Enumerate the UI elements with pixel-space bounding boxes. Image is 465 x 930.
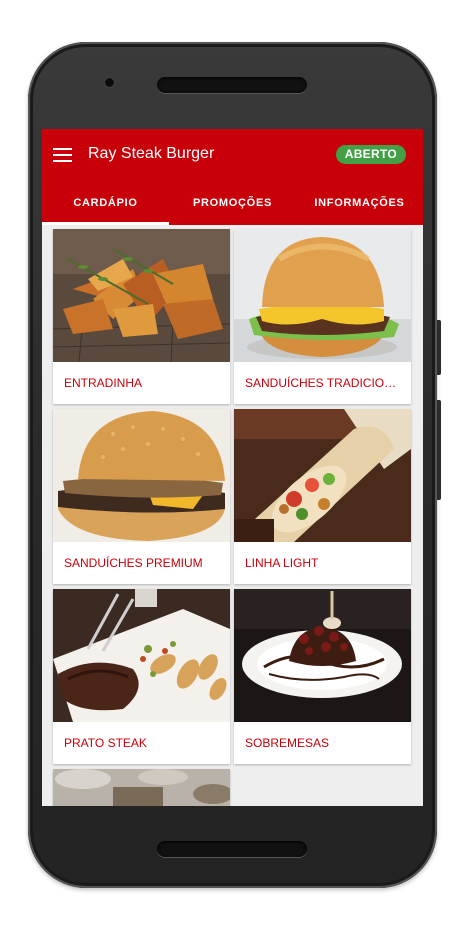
- phone-power-button: [437, 320, 441, 375]
- status-badge: ABERTO: [335, 145, 406, 164]
- hamburger-menu-icon[interactable]: [53, 148, 72, 163]
- phone-volume-button: [437, 400, 441, 500]
- tab-informacoes[interactable]: INFORMAÇÕES: [296, 185, 423, 225]
- category-image-premium-burger: [53, 409, 230, 542]
- app-screen: Ray Steak Burger ABERTO CARDÁPIO PROMOÇÕ…: [42, 129, 423, 806]
- category-label: ENTRADINHA: [64, 376, 143, 390]
- category-card-prato-steak[interactable]: PRATO STEAK: [53, 589, 230, 764]
- phone-home-button[interactable]: [157, 841, 307, 857]
- category-card-sanduiches-tradicionais[interactable]: SANDUÍCHES TRADICIONAIS: [234, 229, 411, 404]
- category-grid: ENTRADINHA SANDUÍCHES TRADICIONAIS SANDU…: [53, 229, 412, 806]
- category-image-potato-wedges: [53, 229, 230, 362]
- tab-promocoes[interactable]: PROMOÇÕES: [169, 185, 296, 225]
- category-label: LINHA LIGHT: [245, 556, 319, 570]
- earpiece-speaker: [157, 77, 307, 93]
- category-label: SOBREMESAS: [245, 736, 330, 750]
- category-label: SANDUÍCHES PREMIUM: [64, 556, 203, 570]
- tab-bar: CARDÁPIO PROMOÇÕES INFORMAÇÕES: [42, 185, 423, 225]
- category-label: PRATO STEAK: [64, 736, 147, 750]
- front-camera: [105, 78, 114, 87]
- app-bar: Ray Steak Burger ABERTO CARDÁPIO PROMOÇÕ…: [42, 129, 423, 225]
- category-image-wrap: [234, 409, 411, 542]
- category-card-sobremesas[interactable]: SOBREMESAS: [234, 589, 411, 764]
- category-card-entradinha[interactable]: ENTRADINHA: [53, 229, 230, 404]
- category-card-sanduiches-premium[interactable]: SANDUÍCHES PREMIUM: [53, 409, 230, 584]
- category-image-dessert: [234, 589, 411, 722]
- tab-cardapio[interactable]: CARDÁPIO: [42, 185, 169, 225]
- category-card-partial[interactable]: [53, 769, 230, 806]
- category-image-steak-plate: [53, 589, 230, 722]
- category-card-linha-light[interactable]: LINHA LIGHT: [234, 409, 411, 584]
- app-title: Ray Steak Burger: [88, 145, 215, 162]
- category-label: SANDUÍCHES TRADICIONAIS: [245, 376, 411, 390]
- category-image-classic-burger: [234, 229, 411, 362]
